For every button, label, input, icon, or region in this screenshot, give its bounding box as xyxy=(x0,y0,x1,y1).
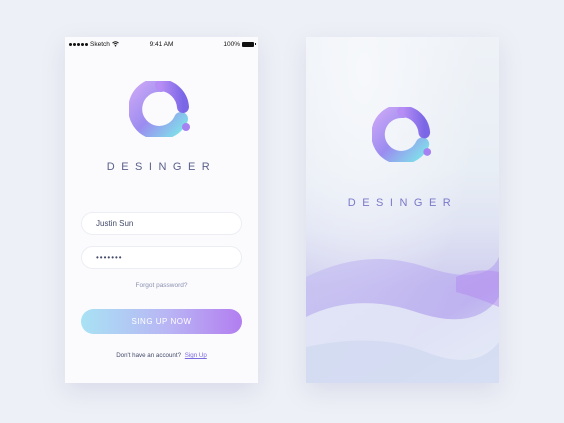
forgot-password-link[interactable]: Forgot password? xyxy=(65,282,258,289)
landscape-background xyxy=(306,257,499,383)
signup-prompt: Don't have an account? Sign Up xyxy=(65,352,258,359)
splash-screen: DESINGER xyxy=(306,37,499,383)
battery-icon xyxy=(242,41,256,47)
splash-logo-icon xyxy=(372,107,432,162)
password-field[interactable]: ••••••• xyxy=(81,246,242,269)
signup-link[interactable]: Sign Up xyxy=(185,352,207,359)
login-screen: Sketch 9:41 AM 100% DESINGER Justin Sun … xyxy=(65,37,258,383)
battery-percent: 100% xyxy=(223,40,240,48)
account-prompt-text: Don't have an account? xyxy=(116,352,182,359)
username-value: Justin Sun xyxy=(96,219,134,228)
app-logo-icon xyxy=(129,81,190,137)
brand-title: DESINGER xyxy=(106,161,217,173)
username-field[interactable]: Justin Sun xyxy=(81,212,242,235)
splash-brand-title: DESINGER xyxy=(347,197,458,209)
password-value: ••••••• xyxy=(96,253,123,262)
status-bar: Sketch 9:41 AM 100% xyxy=(65,37,258,51)
signup-button[interactable]: SING UP NOW xyxy=(81,309,242,334)
